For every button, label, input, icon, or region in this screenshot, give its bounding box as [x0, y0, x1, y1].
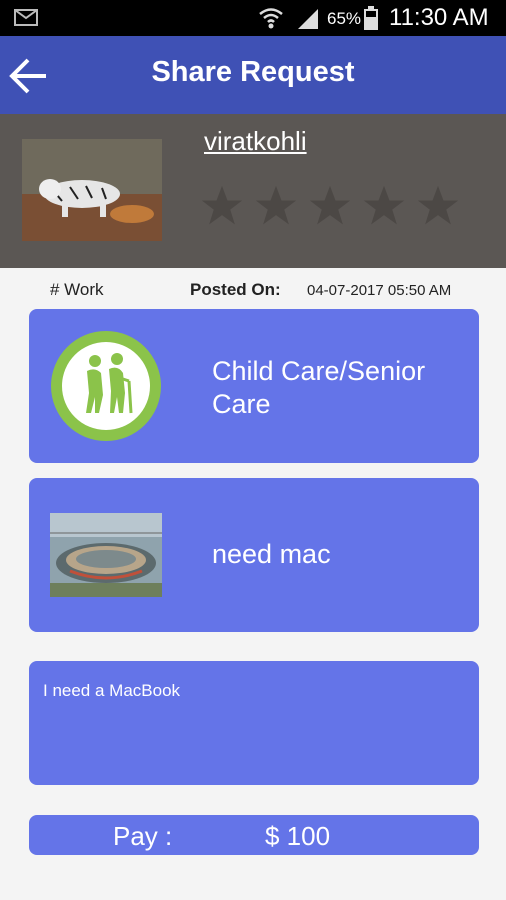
category-label: Child Care/Senior Care [212, 356, 426, 419]
description-text: I need a MacBook [43, 681, 181, 700]
category-card[interactable]: Child Care/Senior Care [29, 309, 479, 463]
tag-label: # Work [50, 280, 104, 299]
pay-card: Pay : $ 100 [29, 815, 479, 855]
username-link[interactable]: viratkohli [204, 126, 307, 157]
mail-icon [14, 9, 38, 26]
pay-value: $ 100 [265, 821, 331, 851]
item-card[interactable]: need mac [29, 478, 479, 632]
star-icon [255, 185, 297, 225]
star-icon [417, 185, 459, 225]
star-icon [363, 185, 405, 225]
page-title: Share Request [151, 56, 355, 88]
profile-header: viratkohli [0, 114, 506, 268]
description-card: I need a MacBook [29, 661, 479, 785]
battery-percent: 65% [327, 9, 362, 28]
star-icon [201, 185, 243, 225]
rating-stars [200, 184, 470, 230]
status-bar: 65% 11:30 AM [0, 0, 506, 36]
avatar [22, 139, 162, 241]
item-title: need mac [212, 539, 331, 569]
star-icon [309, 185, 351, 225]
posted-on-value: 04-07-2017 05:50 AM [307, 282, 452, 299]
item-thumbnail [50, 513, 162, 597]
wifi-icon [259, 8, 283, 29]
senior-couple-icon [51, 331, 161, 441]
pay-label: Pay : [113, 821, 173, 851]
clock: 11:30 AM [389, 4, 489, 31]
signal-icon [298, 9, 318, 29]
app-bar: Share Request [0, 36, 506, 114]
battery-icon [364, 6, 378, 30]
posted-on-label: Posted On: [190, 280, 281, 299]
